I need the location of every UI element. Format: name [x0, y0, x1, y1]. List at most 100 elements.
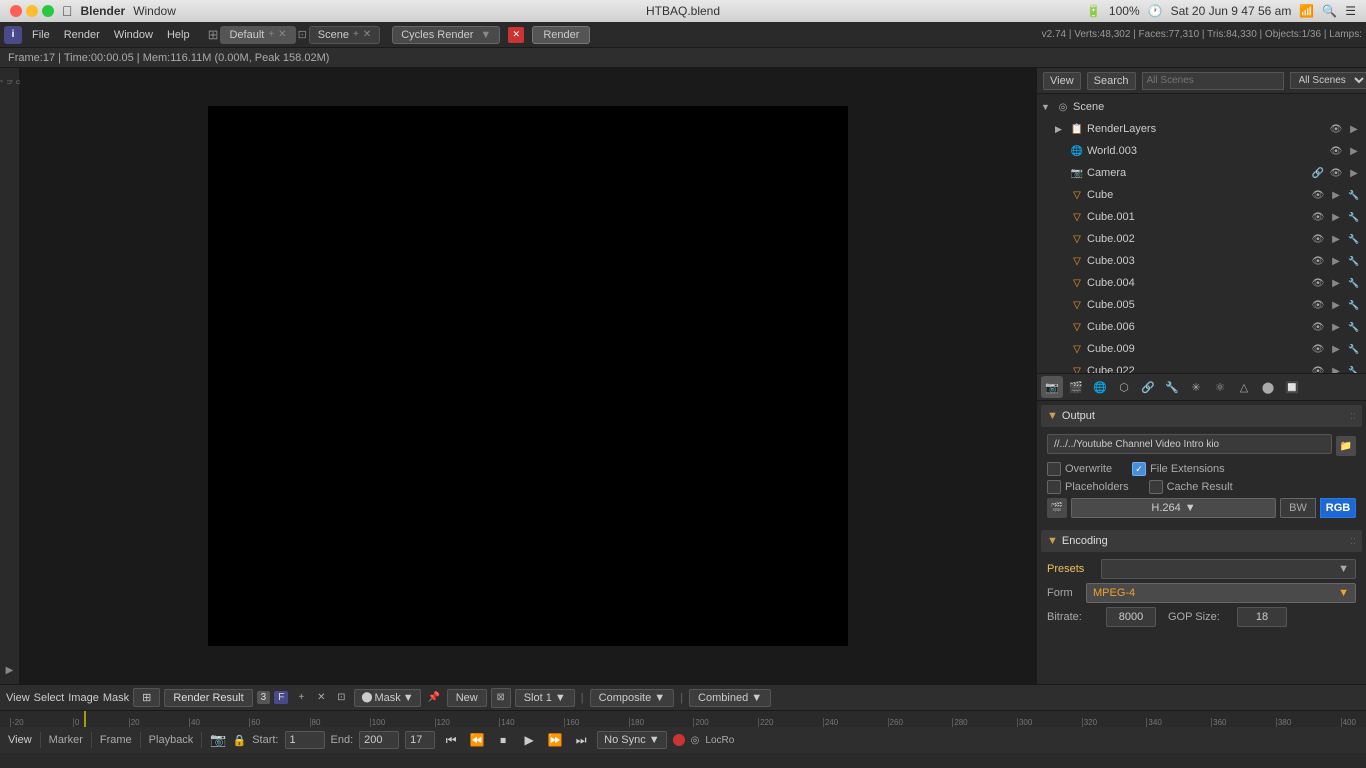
- tl-view-btn[interactable]: View: [6, 692, 30, 704]
- form-dropdown[interactable]: MPEG-4 ▼: [1086, 583, 1356, 603]
- cube004-wrench[interactable]: 🔧: [1346, 275, 1362, 291]
- cube005-restrict[interactable]: ▶: [1328, 297, 1344, 313]
- tree-item-cube009[interactable]: ▽ Cube.009 👁 ▶ 🔧: [1037, 338, 1366, 360]
- cube001-eye[interactable]: 👁: [1310, 209, 1326, 225]
- prop-modifier-icon[interactable]: 🔧: [1161, 376, 1183, 398]
- pb-lock-icon[interactable]: 🔒: [233, 734, 247, 747]
- sync-btn[interactable]: No Sync ▼: [597, 731, 667, 749]
- menu-help[interactable]: Help: [161, 27, 196, 43]
- tab-add-icon[interactable]: +: [268, 29, 274, 40]
- encoding-section-header[interactable]: ▼ Encoding ::: [1041, 530, 1362, 552]
- file-extensions-checkbox[interactable]: ✓: [1132, 462, 1146, 476]
- cube006-wrench[interactable]: 🔧: [1346, 319, 1362, 335]
- cube001-restrict[interactable]: ▶: [1328, 209, 1344, 225]
- camera-link[interactable]: 🔗: [1310, 165, 1326, 181]
- prop-scene-icon[interactable]: 🎬: [1065, 376, 1087, 398]
- tl-pin-icon[interactable]: 📌: [425, 689, 443, 707]
- x-icon[interactable]: ✕: [508, 27, 524, 43]
- pb-view-btn[interactable]: View: [8, 734, 32, 746]
- menu-file[interactable]: File: [26, 27, 56, 43]
- mask-btn[interactable]: ⬤ Mask ▼: [354, 689, 420, 707]
- prop-texture-icon[interactable]: 🔲: [1281, 376, 1303, 398]
- prop-world-icon[interactable]: 🌐: [1089, 376, 1111, 398]
- tab-scene[interactable]: Scene + ✕: [309, 26, 380, 44]
- cube-eye[interactable]: 👁: [1310, 187, 1326, 203]
- prop-material-icon[interactable]: ⬤: [1257, 376, 1279, 398]
- renderlayers-toggle[interactable]: ▶: [1055, 124, 1067, 135]
- cube003-wrench[interactable]: 🔧: [1346, 253, 1362, 269]
- search-icon[interactable]: 🔍: [1322, 4, 1337, 18]
- pb-stop-btn[interactable]: ⏹: [493, 731, 513, 749]
- pb-skip-end-btn[interactable]: ⏭: [571, 731, 591, 749]
- tl-close-icon[interactable]: ✕: [312, 689, 330, 707]
- tl-node-icon[interactable]: ⊡: [332, 689, 350, 707]
- end-field[interactable]: 200: [359, 731, 399, 749]
- view-btn[interactable]: View: [1043, 72, 1081, 90]
- gop-field[interactable]: 18: [1237, 607, 1287, 627]
- tree-item-cube005[interactable]: ▽ Cube.005 👁 ▶ 🔧: [1037, 294, 1366, 316]
- file-extensions-item[interactable]: ✓ File Extensions: [1132, 462, 1225, 476]
- cube004-eye[interactable]: 👁: [1310, 275, 1326, 291]
- close-button[interactable]: [10, 5, 22, 17]
- prop-constraint-icon[interactable]: 🔗: [1137, 376, 1159, 398]
- tree-item-cube003[interactable]: ▽ Cube.003 👁 ▶ 🔧: [1037, 250, 1366, 272]
- tl-image-btn[interactable]: Image: [68, 692, 99, 704]
- cube003-eye[interactable]: 👁: [1310, 253, 1326, 269]
- prop-data-icon[interactable]: △: [1233, 376, 1255, 398]
- placeholders-item[interactable]: Placeholders: [1047, 480, 1129, 494]
- prop-particles-icon[interactable]: ✳: [1185, 376, 1207, 398]
- camera-restrict[interactable]: ▶: [1346, 165, 1362, 181]
- presets-dropdown[interactable]: ▼: [1101, 559, 1356, 579]
- tree-item-cube006[interactable]: ▽ Cube.006 👁 ▶ 🔧: [1037, 316, 1366, 338]
- info-icon[interactable]: i: [4, 26, 22, 44]
- minimize-button[interactable]: [26, 5, 38, 17]
- tl-mask-menu-btn[interactable]: Mask: [103, 692, 129, 704]
- menu-render[interactable]: Render: [58, 27, 106, 43]
- renderlayers-restrict[interactable]: ▶: [1346, 121, 1362, 137]
- cube002-eye[interactable]: 👁: [1310, 231, 1326, 247]
- pb-playback-btn[interactable]: Playback: [149, 734, 194, 746]
- cube009-eye[interactable]: 👁: [1310, 341, 1326, 357]
- cube022-restrict[interactable]: ▶: [1328, 363, 1344, 373]
- render-result-label[interactable]: Render Result: [164, 689, 252, 707]
- layout-icon[interactable]: ⊞: [208, 27, 219, 43]
- tab-scene-add[interactable]: +: [353, 29, 359, 40]
- cube001-wrench[interactable]: 🔧: [1346, 209, 1362, 225]
- world-restrict[interactable]: ▶: [1346, 143, 1362, 159]
- composite-btn[interactable]: Composite ▼: [590, 689, 675, 707]
- cube-restrict[interactable]: ▶: [1328, 187, 1344, 203]
- list-icon[interactable]: ☰: [1345, 4, 1356, 18]
- cube022-eye[interactable]: 👁: [1310, 363, 1326, 373]
- camera-eye[interactable]: 👁: [1328, 165, 1344, 181]
- slot1-btn[interactable]: Slot 1 ▼: [515, 689, 575, 707]
- scene-dropdown[interactable]: All Scenes: [1290, 72, 1366, 89]
- app-name[interactable]: Blender: [81, 4, 126, 18]
- bitrate-field[interactable]: 8000: [1106, 607, 1156, 627]
- pb-frame-btn[interactable]: Frame: [100, 734, 132, 746]
- pb-skip-start-btn[interactable]: ⏮: [441, 731, 461, 749]
- cube003-restrict[interactable]: ▶: [1328, 253, 1344, 269]
- cache-result-checkbox[interactable]: [1149, 480, 1163, 494]
- bw-button[interactable]: BW: [1280, 498, 1316, 518]
- output-section-header[interactable]: ▼ Output ::: [1041, 405, 1362, 427]
- overwrite-item[interactable]: Overwrite: [1047, 462, 1112, 476]
- tree-item-scene[interactable]: ▼ ◎ Scene: [1037, 96, 1366, 118]
- folder-icon[interactable]: 📁: [1336, 436, 1356, 456]
- cache-result-item[interactable]: Cache Result: [1149, 480, 1233, 494]
- cube006-restrict[interactable]: ▶: [1328, 319, 1344, 335]
- tl-layout-icon[interactable]: ⊞: [133, 688, 160, 707]
- menu-window[interactable]: Window: [108, 27, 159, 43]
- rec-dot[interactable]: [673, 734, 685, 746]
- tree-item-cube004[interactable]: ▽ Cube.004 👁 ▶ 🔧: [1037, 272, 1366, 294]
- tree-item-renderlayers[interactable]: ▶ 📋 RenderLayers 👁 ▶: [1037, 118, 1366, 140]
- scene-layout-icon[interactable]: ⊡: [298, 28, 307, 41]
- apple-menu[interactable]: : [62, 3, 73, 19]
- tab-scene-close[interactable]: ✕: [363, 29, 371, 40]
- combined-btn[interactable]: Combined ▼: [689, 689, 771, 707]
- tree-item-world[interactable]: 🌐 World.003 👁 ▶: [1037, 140, 1366, 162]
- world-eye[interactable]: 👁: [1328, 143, 1344, 159]
- new-btn[interactable]: New: [447, 689, 487, 707]
- pb-next-frame-btn[interactable]: ⏩: [545, 731, 565, 749]
- tab-default[interactable]: Default + ✕: [220, 26, 295, 44]
- rgb-button[interactable]: RGB: [1320, 498, 1356, 518]
